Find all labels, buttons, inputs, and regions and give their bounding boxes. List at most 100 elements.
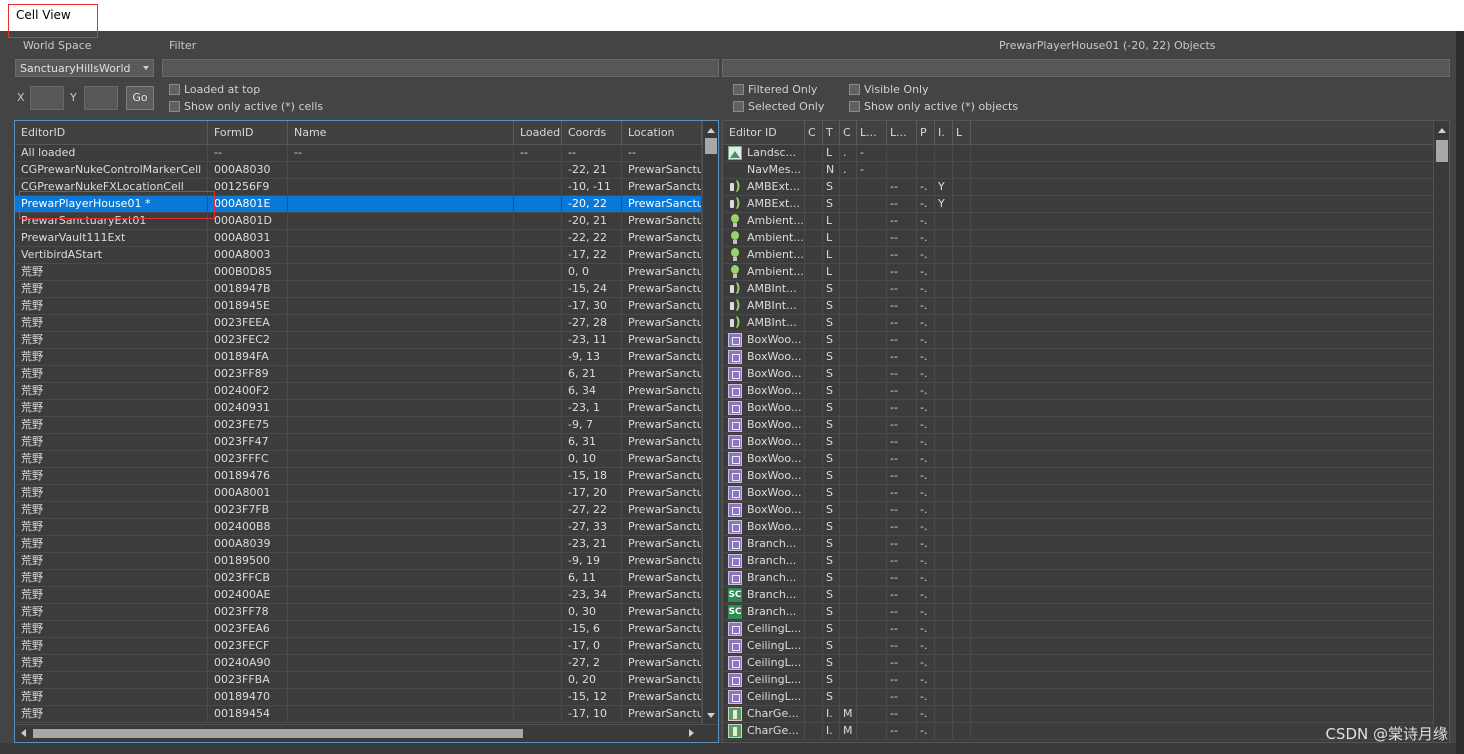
column-header[interactable]: Coords	[562, 121, 622, 144]
cell-list-horizontal-scrollbar[interactable]	[15, 724, 718, 742]
column-header[interactable]: C	[805, 121, 823, 144]
table-row[interactable]: 荒野0023FFCB 6, 11PrewarSanctua	[15, 570, 702, 587]
selected-only-checkbox[interactable]: Selected Only	[733, 100, 824, 113]
table-row[interactable]: 荒野0023FEEA -27, 28PrewarSanctua	[15, 315, 702, 332]
table-row[interactable]: Branch... S -- -.	[723, 553, 1433, 570]
go-button[interactable]: Go	[126, 86, 154, 110]
table-row[interactable]: CeilingL... S -- -.	[723, 655, 1433, 672]
table-row[interactable]: 荒野00189470 -15, 12PrewarSanctua	[15, 689, 702, 706]
table-row[interactable]: 荒野002400AE -23, 34PrewarSanctua	[15, 587, 702, 604]
table-row[interactable]: Ambient... L -- -.	[723, 264, 1433, 281]
table-row[interactable]: BoxWoo... S -- -.	[723, 417, 1433, 434]
table-row[interactable]: 荒野00189476 -15, 18PrewarSanctua	[15, 468, 702, 485]
column-header[interactable]: Editor ID	[723, 121, 805, 144]
table-row[interactable]: Ambient... L -- -.	[723, 247, 1433, 264]
table-row[interactable]: BoxWoo... S -- -.	[723, 400, 1433, 417]
table-row[interactable]: 荒野00189500 -9, 19PrewarSanctua	[15, 553, 702, 570]
table-row[interactable]: 荒野002400F2 6, 34PrewarSanctua	[15, 383, 702, 400]
filtered-only-checkbox[interactable]: Filtered Only	[733, 83, 817, 96]
table-row[interactable]: 荒野002400B8 -27, 33PrewarSanctua	[15, 519, 702, 536]
table-row[interactable]: Ambient... L -- -.	[723, 230, 1433, 247]
table-row[interactable]: 荒野0023FE75 -9, 7PrewarSanctua	[15, 417, 702, 434]
table-row[interactable]: AMBExt... S -- -. Y	[723, 179, 1433, 196]
scroll-right-icon[interactable]	[689, 729, 694, 737]
table-row[interactable]: CeilingL... S -- -.	[723, 638, 1433, 655]
table-row[interactable]: Landsc... L. -	[723, 145, 1433, 162]
table-row[interactable]: BoxWoo... S -- -.	[723, 468, 1433, 485]
table-row[interactable]: NavMes... N. -	[723, 162, 1433, 179]
column-header[interactable]: L...	[887, 121, 917, 144]
table-row[interactable]: 荒野00240931 -23, 1PrewarSanctua	[15, 400, 702, 417]
table-row[interactable]: AMBExt... S -- -. Y	[723, 196, 1433, 213]
table-row[interactable]: 荒野000B0D85 0, 0PrewarSanctua	[15, 264, 702, 281]
table-row[interactable]: Ambient... L -- -.	[723, 213, 1433, 230]
visible-only-checkbox[interactable]: Visible Only	[849, 83, 929, 96]
table-row[interactable]: 荒野0023FF89 6, 21PrewarSanctua	[15, 366, 702, 383]
table-row[interactable]: BoxWoo... S -- -.	[723, 366, 1433, 383]
column-header[interactable]: P	[917, 121, 935, 144]
table-row[interactable]: BoxWoo... S -- -.	[723, 332, 1433, 349]
table-row[interactable]: 荒野0018945E -17, 30PrewarSanctua	[15, 298, 702, 315]
filter-input[interactable]	[162, 59, 719, 77]
objects-list-vertical-scrollbar[interactable]	[1433, 121, 1449, 742]
column-header[interactable]: Location	[622, 121, 702, 144]
column-header[interactable]: T	[823, 121, 840, 144]
x-input[interactable]	[30, 86, 64, 110]
scroll-down-icon[interactable]	[707, 713, 715, 718]
table-row[interactable]: 荒野0023FECF -17, 0PrewarSanctua	[15, 638, 702, 655]
table-row[interactable]: BoxWoo... S -- -.	[723, 451, 1433, 468]
show-active-cells-checkbox[interactable]: Show only active (*) cells	[169, 100, 323, 113]
table-row[interactable]: CeilingL... S -- -.	[723, 621, 1433, 638]
table-row[interactable]: CeilingL... S -- -.	[723, 672, 1433, 689]
scroll-left-icon[interactable]	[21, 729, 26, 737]
table-row[interactable]: AMBInt... S -- -.	[723, 315, 1433, 332]
table-row[interactable]: All loaded -- -- -- -- --	[15, 145, 702, 162]
table-row[interactable]: 荒野0023F7FB -27, 22PrewarSanctua	[15, 502, 702, 519]
column-header[interactable]: L	[953, 121, 971, 144]
column-header[interactable]: C	[840, 121, 857, 144]
loaded-at-top-checkbox[interactable]: Loaded at top	[169, 83, 260, 96]
table-row[interactable]: 荒野0023FF78 0, 30PrewarSanctua	[15, 604, 702, 621]
column-header[interactable]: Name	[288, 121, 514, 144]
column-header[interactable]: Loaded	[514, 121, 562, 144]
objects-filter-input[interactable]	[722, 59, 1450, 77]
table-row[interactable]: CharGe... I. M -- -.	[723, 706, 1433, 723]
table-row[interactable]: 荒野000A8001 -17, 20PrewarSanctua	[15, 485, 702, 502]
table-row[interactable]: BoxWoo... S -- -.	[723, 349, 1433, 366]
table-row[interactable]: BoxWoo... S -- -.	[723, 383, 1433, 400]
table-row[interactable]: 荒野00240A90 -27, 2PrewarSanctua	[15, 655, 702, 672]
table-row[interactable]: 荒野0023FFBA 0, 20PrewarSanctua	[15, 672, 702, 689]
scroll-thumb[interactable]	[33, 729, 523, 738]
table-row[interactable]: 荒野00189454 -17, 10PrewarSanctua	[15, 706, 702, 723]
table-row[interactable]: BoxWoo... S -- -.	[723, 485, 1433, 502]
column-header[interactable]: L...	[857, 121, 887, 144]
table-row[interactable]: 荒野0023FEC2 -23, 11PrewarSanctua	[15, 332, 702, 349]
column-header[interactable]: FormID	[208, 121, 288, 144]
table-row[interactable]: 荒野0023FF47 6, 31PrewarSanctua	[15, 434, 702, 451]
table-row[interactable]: 荒野0018947B -15, 24PrewarSanctua	[15, 281, 702, 298]
table-row[interactable]: Branch... S -- -. SC	[723, 604, 1433, 621]
table-row[interactable]: BoxWoo... S -- -.	[723, 434, 1433, 451]
table-row[interactable]: BoxWoo... S -- -.	[723, 502, 1433, 519]
table-row[interactable]: BoxWoo... S -- -.	[723, 519, 1433, 536]
table-row[interactable]: Branch... S -- -.	[723, 536, 1433, 553]
table-row[interactable]: CeilingL... S -- -.	[723, 689, 1433, 706]
table-row[interactable]: CGPrewarNukeControlMarkerCell 000A8030 -22…	[15, 162, 702, 179]
table-row[interactable]: Branch... S -- -. SC	[723, 587, 1433, 604]
scroll-up-icon[interactable]	[707, 128, 715, 133]
table-row[interactable]: 荒野001894FA -9, 13PrewarSanctua	[15, 349, 702, 366]
table-row[interactable]: AMBInt... S -- -.	[723, 281, 1433, 298]
table-row[interactable]: VertibirdAStart 000A8003 -17, 22 PrewarSanc…	[15, 247, 702, 264]
cell-list-vertical-scrollbar[interactable]	[702, 121, 718, 725]
world-space-dropdown[interactable]: SanctuaryHillsWorld	[15, 59, 154, 77]
column-header[interactable]: EditorID	[15, 121, 208, 144]
table-row[interactable]: 荒野0023FFFC 0, 10PrewarSanctua	[15, 451, 702, 468]
column-header[interactable]: I.	[935, 121, 953, 144]
y-input[interactable]	[84, 86, 118, 110]
table-row[interactable]: 荒野0023FEA6 -15, 6PrewarSanctua	[15, 621, 702, 638]
objects-list[interactable]: Editor ID C T C L... L... P I. L Landsc... L. - Nav…	[722, 120, 1450, 743]
scroll-thumb[interactable]	[1436, 140, 1448, 162]
scroll-up-icon[interactable]	[1438, 128, 1446, 133]
scroll-thumb[interactable]	[705, 138, 717, 154]
table-row[interactable]: Branch... S -- -.	[723, 570, 1433, 587]
